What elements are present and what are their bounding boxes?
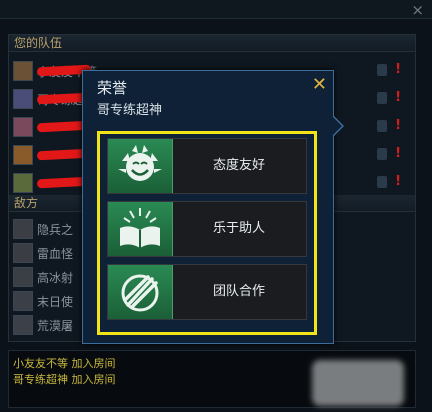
- close-icon[interactable]: ✕: [312, 74, 327, 95]
- report-icon[interactable]: !: [395, 146, 401, 161]
- report-icon[interactable]: !: [395, 90, 401, 105]
- honor-option-label: 乐于助人: [212, 221, 265, 236]
- window-close-button[interactable]: ×: [411, 1, 424, 19]
- report-icon[interactable]: !: [395, 174, 401, 189]
- report-icon[interactable]: !: [395, 62, 401, 77]
- avatar: [13, 267, 33, 287]
- honor-option-helpful-button[interactable]: 乐于助人: [107, 201, 307, 257]
- honor-option-teamwork-button[interactable]: 团队合作: [107, 264, 307, 320]
- blurred-overlay: [312, 360, 404, 406]
- mic-icon[interactable]: [377, 176, 387, 188]
- mic-icon[interactable]: [377, 92, 387, 104]
- player-name: 雷血怪: [37, 247, 74, 261]
- avatar: [13, 291, 33, 311]
- mic-icon[interactable]: [377, 64, 387, 76]
- chat-line: 哥专练超神 加入房间: [13, 373, 116, 386]
- avatar: [13, 89, 33, 109]
- player-name: 隐兵之: [37, 223, 74, 237]
- report-icon[interactable]: !: [395, 118, 401, 133]
- popup-title: 荣誉: [97, 79, 128, 97]
- chat-line: 小友友不等 加入房间: [13, 357, 116, 370]
- crossed-swords-icon: [108, 265, 173, 319]
- open-book-icon: [108, 202, 173, 256]
- honor-option-friendly-button[interactable]: 态度友好: [107, 138, 307, 194]
- avatar: [13, 173, 33, 193]
- avatar: [13, 219, 33, 239]
- avatar: [13, 315, 33, 335]
- player-name: 高冰射: [37, 271, 74, 285]
- avatar: [13, 145, 33, 165]
- mic-icon[interactable]: [377, 148, 387, 160]
- honor-popup: 荣誉 哥专练超神 ✕ 态度友好 乐于助人 团队合作: [82, 70, 344, 344]
- mic-icon[interactable]: [377, 120, 387, 132]
- popup-subtitle: 哥专练超神: [97, 103, 163, 118]
- avatar: [13, 61, 33, 81]
- team-section-header: 您的队伍: [9, 35, 415, 52]
- avatar: [13, 243, 33, 263]
- window-title-bar: ×: [0, 0, 432, 19]
- honor-option-label: 态度友好: [212, 158, 265, 173]
- avatar: [13, 117, 33, 137]
- game-lobby-window: × 您的队伍 小友友不等 ! 哥专练超神 ! !: [0, 0, 432, 412]
- player-name: 荒漠屠: [37, 319, 74, 333]
- honor-option-label: 团队合作: [212, 284, 265, 299]
- popup-pointer-inner: [333, 117, 342, 135]
- player-name: 末日使: [37, 295, 74, 309]
- smiling-lion-icon: [108, 139, 173, 193]
- honor-options-highlight: 态度友好 乐于助人 团队合作: [97, 131, 317, 335]
